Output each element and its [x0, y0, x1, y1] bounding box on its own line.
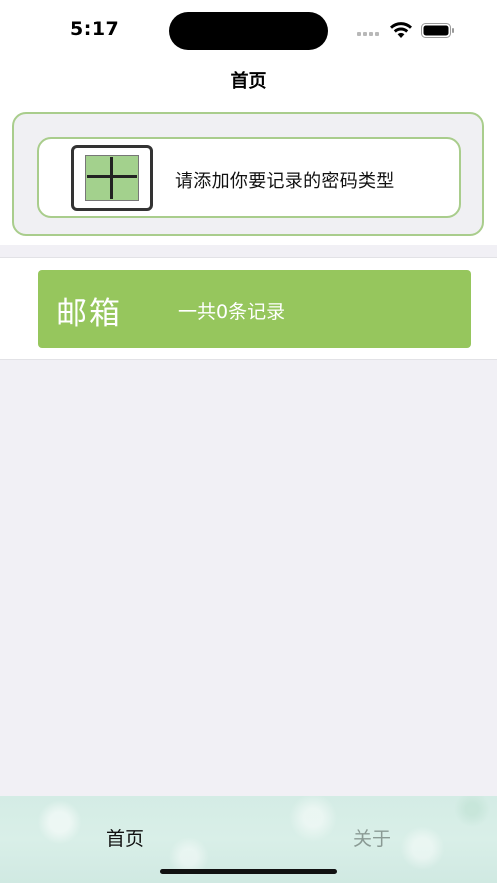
dynamic-island	[169, 12, 328, 50]
add-category-section: 请添加你要记录的密码类型	[0, 102, 497, 245]
category-list: 邮箱 一共0条记录	[0, 257, 497, 360]
add-category-button[interactable]: 请添加你要记录的密码类型	[37, 137, 461, 218]
status-bar: 5:17	[0, 0, 497, 58]
add-category-frame: 请添加你要记录的密码类型	[12, 112, 484, 236]
tab-home[interactable]: 首页	[55, 824, 195, 851]
category-item-email[interactable]: 邮箱 一共0条记录	[38, 270, 471, 348]
status-time: 5:17	[70, 18, 120, 40]
cellular-signal-icon	[357, 32, 381, 38]
page-title: 首页	[230, 71, 267, 92]
home-indicator[interactable]	[160, 869, 337, 874]
wifi-icon	[390, 22, 412, 38]
battery-icon	[421, 23, 454, 38]
tab-about[interactable]: 关于	[302, 824, 442, 851]
navigation-bar: 首页	[0, 58, 497, 102]
category-record-count: 一共0条记录	[178, 301, 286, 323]
add-category-label: 请添加你要记录的密码类型	[175, 171, 395, 192]
category-name: 邮箱	[56, 296, 122, 332]
plus-icon	[71, 145, 153, 211]
